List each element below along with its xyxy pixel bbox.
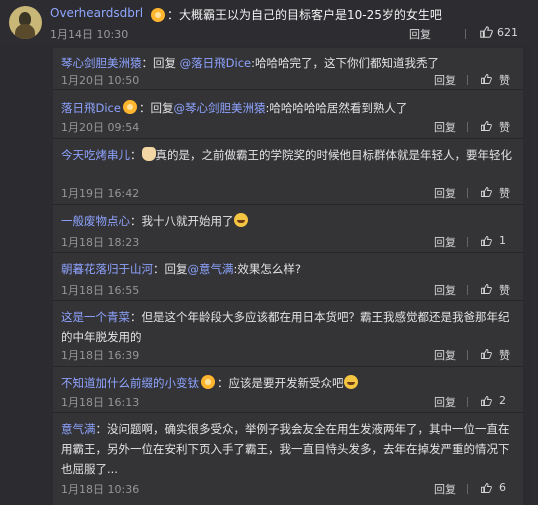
like-label: 赞: [499, 187, 510, 200]
thumbs-up-icon[interactable]: [480, 186, 492, 198]
reply-button[interactable]: 回复: [434, 481, 456, 497]
laugh-emoji-icon: [233, 213, 248, 227]
like-count: 6: [499, 481, 506, 494]
thumbs-up-icon[interactable]: [480, 395, 492, 407]
reply-button[interactable]: 回复: [434, 119, 456, 135]
reply-author[interactable]: 一般废物点心: [61, 214, 130, 228]
reply-content: 这是一个青菜：但是这个年龄段大多应该都在用日本货吧？霸王我感觉都还是我爸那年纪的…: [61, 307, 513, 347]
reply-content: 不知道加什么前缀的小变钛 ：应该是要开发新受众吧: [61, 373, 513, 393]
reply-content: 今天吃烤串儿： 真的是，之前做霸王的学院奖的时候他目标群体就是年轻人，要年轻化: [61, 147, 513, 162]
reply-item: 琴心剑胆美洲猿：回复 @落日飛Dice:哈哈哈完了，这下你们都知道我秃了 1月2…: [53, 48, 523, 90]
top-comment: Overheardsdbrl ：大概霸王以为自己的目标客户是10-25岁的女生吧…: [0, 0, 538, 46]
divider: [467, 397, 468, 407]
thumbs-up-icon[interactable]: [480, 482, 492, 494]
reply-time: 1月20日 09:54: [61, 121, 140, 134]
reply-button[interactable]: 回复: [409, 26, 431, 42]
reply-author[interactable]: 落日飛Dice: [61, 101, 121, 115]
reply-button[interactable]: 回复: [434, 394, 456, 410]
reply-text: :哈哈哈完了，这下你们都知道我秃了: [251, 56, 439, 70]
reply-button[interactable]: 回复: [434, 347, 456, 363]
reply-text: :效果怎么样?: [233, 262, 301, 276]
thumbs-up-icon[interactable]: [480, 73, 492, 85]
like-label: 赞: [499, 349, 510, 362]
reply-author[interactable]: 这是一个青菜: [61, 310, 130, 324]
reply-item: 一般废物点心：我十八就开始用了 1月18日 18:23 回复 1: [53, 206, 523, 253]
avatar[interactable]: [9, 6, 42, 39]
reply-author[interactable]: 意气满: [61, 422, 96, 436]
comment-text: ：大概霸王以为自己的目标客户是10-25岁的女生吧: [167, 8, 442, 22]
reply-list: 琴心剑胆美洲猿：回复 @落日飛Dice:哈哈哈完了，这下你们都知道我秃了 1月2…: [53, 48, 523, 505]
reply-prefix: ：回复: [138, 101, 174, 115]
thumbs-up-icon[interactable]: [480, 283, 492, 295]
reply-time: 1月18日 16:55: [61, 284, 140, 297]
reply-author[interactable]: 琴心剑胆美洲猿: [61, 56, 142, 70]
divider: [467, 122, 468, 132]
reply-content: 落日飛Dice ：回复@琴心剑胆美洲猿:哈哈哈哈哈居然看到熟人了: [61, 98, 513, 118]
reply-content: 意气满：没问题啊，确实很多受众，举例子我会友全在用生发液两年了，其中一位一直在用…: [61, 419, 513, 479]
like-count: 621: [497, 26, 518, 39]
reply-item: 这是一个青菜：但是这个年龄段大多应该都在用日本货吧？霸王我感觉都还是我爸那年纪的…: [53, 302, 523, 367]
like-count: 2: [499, 394, 506, 407]
cat-emoji-icon: [141, 147, 156, 161]
reply-author[interactable]: 朝暮花落归于山河: [61, 262, 153, 276]
reply-time: 1月18日 18:23: [61, 236, 140, 249]
reply-item: 意气满：没问题啊，确实很多受众，举例子我会友全在用生发液两年了，其中一位一直在用…: [53, 414, 523, 505]
reply-time: 1月18日 16:39: [61, 349, 140, 362]
comment-author[interactable]: Overheardsdbrl: [50, 6, 143, 20]
comment-time: 1月14日 10:30: [50, 28, 129, 41]
vip-badge-icon: [151, 8, 165, 22]
reply-prefix: ：回复: [141, 56, 180, 70]
like-label: 赞: [499, 284, 510, 297]
like-label: 赞: [499, 74, 510, 87]
reply-button[interactable]: 回复: [434, 72, 456, 88]
vip-badge-icon: [122, 100, 137, 114]
reply-button[interactable]: 回复: [434, 185, 456, 201]
divider: [467, 285, 468, 295]
reply-content: 朝暮花落归于山河：回复@意气满:效果怎么样?: [61, 259, 513, 279]
divider: [467, 484, 468, 494]
reply-text: :哈哈哈哈哈居然看到熟人了: [265, 101, 408, 115]
divider: [467, 75, 468, 85]
mention-link[interactable]: @琴心剑胆美洲猿: [173, 101, 265, 115]
reply-author[interactable]: 不知道加什么前缀的小变钛: [61, 376, 199, 390]
divider: [465, 29, 466, 39]
scrollbar[interactable]: [530, 0, 538, 505]
reply-text: 真的是，之前做霸王的学院奖的时候他目标群体就是年轻人，要年轻化: [155, 148, 513, 162]
reply-time: 1月18日 10:36: [61, 483, 140, 496]
reply-item: 朝暮花落归于山河：回复@意气满:效果怎么样? 1月18日 16:55 回复 赞: [53, 254, 523, 301]
divider: [467, 350, 468, 360]
reply-content: 一般废物点心：我十八就开始用了: [61, 211, 513, 231]
reply-item: 今天吃烤串儿： 真的是，之前做霸王的学院奖的时候他目标群体就是年轻人，要年轻化 1…: [53, 140, 523, 205]
thumbs-up-icon[interactable]: [479, 25, 493, 39]
reply-time: 1月20日 10:50: [61, 74, 140, 87]
vip-badge-icon: [201, 375, 215, 389]
reply-text: ：应该是要开发新受众吧: [217, 376, 344, 390]
reply-author[interactable]: 今天吃烤串儿: [61, 148, 130, 162]
reply-item: 落日飛Dice ：回复@琴心剑胆美洲猿:哈哈哈哈哈居然看到熟人了 1月20日 09…: [53, 93, 523, 139]
reply-text: ：没问题啊，确实很多受众，举例子我会友全在用生发液两年了，其中一位一直在用霸王，…: [61, 422, 510, 476]
like-label: 赞: [499, 121, 510, 134]
divider: [467, 188, 468, 198]
reply-button[interactable]: 回复: [434, 282, 456, 298]
thumbs-up-icon[interactable]: [480, 348, 492, 360]
reply-content: 琴心剑胆美洲猿：回复 @落日飛Dice:哈哈哈完了，这下你们都知道我秃了: [61, 53, 513, 73]
thumbs-up-icon[interactable]: [480, 120, 492, 132]
mention-link[interactable]: @意气满: [188, 262, 234, 276]
thumbs-up-icon[interactable]: [480, 235, 492, 247]
laugh-emoji-icon: [343, 375, 358, 389]
like-count: 1: [499, 234, 506, 247]
reply-item: 不知道加什么前缀的小变钛 ：应该是要开发新受众吧 1月18日 16:13 回复 2: [53, 368, 523, 413]
reply-time: 1月19日 16:42: [61, 187, 140, 200]
divider: [467, 237, 468, 247]
reply-time: 1月18日 16:13: [61, 396, 140, 409]
reply-prefix: ：回复: [153, 262, 188, 276]
reply-text: ：我十八就开始用了: [130, 214, 234, 228]
reply-button[interactable]: 回复: [434, 234, 456, 250]
mention-link[interactable]: @落日飛Dice: [180, 56, 251, 70]
